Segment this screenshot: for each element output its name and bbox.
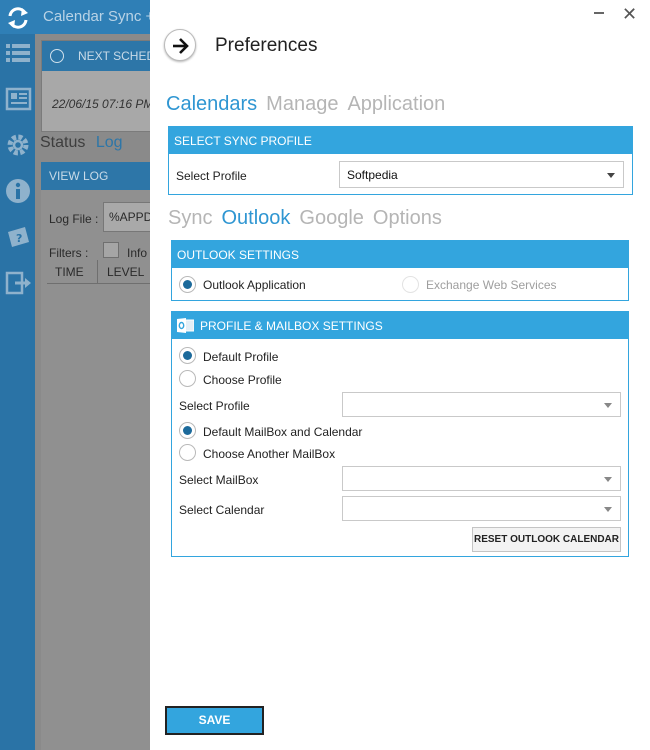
outlook-profile-select[interactable]	[342, 392, 621, 417]
tab-calendars[interactable]: Calendars	[166, 93, 257, 115]
filters-label: Filters :	[49, 246, 89, 260]
app-sidebar: ?	[0, 34, 35, 750]
column-level[interactable]: LEVEL	[107, 265, 144, 279]
close-button[interactable]: ✕	[622, 5, 637, 23]
default-profile-label: Default Profile	[203, 350, 279, 364]
page-title: Preferences	[215, 35, 318, 56]
reset-outlook-calendar-button[interactable]: RESET OUTLOOK CALENDAR	[472, 527, 621, 552]
select-mailbox-label: Select MailBox	[179, 473, 259, 487]
default-mailbox-radio[interactable]	[179, 422, 196, 439]
filter-info-checkbox[interactable]	[103, 242, 119, 258]
tab-manage[interactable]: Manage	[266, 93, 338, 115]
exit-icon[interactable]	[3, 268, 33, 298]
save-button[interactable]: SAVE	[165, 706, 264, 735]
exchange-web-services-label: Exchange Web Services	[426, 278, 557, 292]
select-profile-label: Select Profile	[179, 399, 250, 413]
choose-profile-radio[interactable]	[179, 370, 196, 387]
outlook-application-label: Outlook Application	[203, 278, 306, 292]
sub-tabs: Sync Outlook Google Options	[168, 207, 451, 230]
back-button[interactable]	[164, 29, 196, 61]
tab-status[interactable]: Status	[40, 134, 85, 151]
app-main-area: NEXT SCHEDU 22/06/15 07:16 PM Status Log…	[35, 34, 167, 750]
gear-icon[interactable]	[3, 130, 33, 160]
next-schedule-header: NEXT SCHEDU	[42, 41, 164, 71]
log-file-label: Log File :	[49, 212, 99, 226]
info-icon[interactable]	[3, 176, 33, 206]
list-icon[interactable]	[3, 38, 33, 68]
tab-application[interactable]: Application	[347, 93, 445, 115]
column-divider	[97, 260, 98, 284]
chevron-down-icon	[604, 403, 612, 408]
default-profile-radio[interactable]	[179, 347, 196, 364]
outlook-settings-header-label: OUTLOOK SETTINGS	[177, 248, 300, 262]
tab-log[interactable]: Log	[96, 134, 123, 151]
column-time[interactable]: TIME	[55, 265, 84, 279]
mailbox-select[interactable]	[342, 466, 621, 491]
chevron-down-icon	[607, 173, 615, 178]
view-log-label: VIEW LOG	[49, 169, 109, 183]
help-book-icon[interactable]: ?	[3, 222, 33, 252]
sync-profile-value: Softpedia	[347, 168, 398, 182]
collapse-icon[interactable]	[50, 49, 64, 63]
outlook-settings-header: OUTLOOK SETTINGS	[172, 241, 628, 268]
choose-mailbox-radio[interactable]	[179, 444, 196, 461]
sync-profile-group: SELECT SYNC PROFILE Select Profile Softp…	[168, 126, 633, 195]
next-schedule-panel: NEXT SCHEDU 22/06/15 07:16 PM	[41, 40, 164, 132]
tab-sync[interactable]: Sync	[168, 207, 212, 229]
tab-outlook[interactable]: Outlook	[221, 207, 290, 229]
choose-mailbox-label: Choose Another MailBox	[203, 447, 336, 461]
outlook-application-radio[interactable]	[179, 276, 196, 293]
svg-text:?: ?	[16, 232, 22, 245]
outlook-icon	[177, 318, 194, 333]
sync-logo-icon	[8, 7, 28, 29]
filter-info-label: Info	[127, 246, 148, 260]
newspaper-icon[interactable]	[3, 84, 33, 114]
profile-mailbox-header: PROFILE & MAILBOX SETTINGS	[172, 312, 628, 339]
sync-profile-header-label: SELECT SYNC PROFILE	[174, 134, 312, 148]
default-mailbox-label: Default MailBox and Calendar	[203, 425, 363, 439]
preferences-panel: ✕ Preferences Calendars Manage Application…	[150, 0, 650, 750]
profile-mailbox-header-label: PROFILE & MAILBOX SETTINGS	[200, 319, 383, 333]
view-log-header: VIEW LOG	[41, 162, 161, 190]
log-table-header: TIME LEVEL	[47, 260, 167, 284]
choose-profile-label: Choose Profile	[203, 373, 282, 387]
profile-mailbox-group: PROFILE & MAILBOX SETTINGS Default Profi…	[171, 311, 629, 557]
sync-profile-header: SELECT SYNC PROFILE	[169, 127, 632, 154]
tab-google[interactable]: Google	[299, 207, 364, 229]
calendar-select[interactable]	[342, 496, 621, 521]
next-schedule-value: 22/06/15 07:16 PM	[52, 97, 154, 111]
arrow-right-icon	[173, 38, 189, 54]
exchange-web-services-radio[interactable]	[402, 276, 419, 293]
minimize-button[interactable]	[594, 12, 604, 14]
view-log-panel: VIEW LOG Log File : %APPDA Filters : Inf…	[41, 162, 167, 750]
app-tabs: Status Log	[40, 134, 123, 152]
select-profile-label: Select Profile	[176, 169, 247, 183]
outlook-settings-group: OUTLOOK SETTINGS Outlook Application Exc…	[171, 240, 629, 301]
main-tabs: Calendars Manage Application	[166, 93, 454, 116]
sync-profile-select[interactable]: Softpedia	[339, 161, 624, 188]
chevron-down-icon	[604, 507, 612, 512]
select-calendar-label: Select Calendar	[179, 503, 265, 517]
chevron-down-icon	[604, 477, 612, 482]
app-title: Calendar Sync +	[43, 8, 155, 25]
tab-options[interactable]: Options	[373, 207, 442, 229]
